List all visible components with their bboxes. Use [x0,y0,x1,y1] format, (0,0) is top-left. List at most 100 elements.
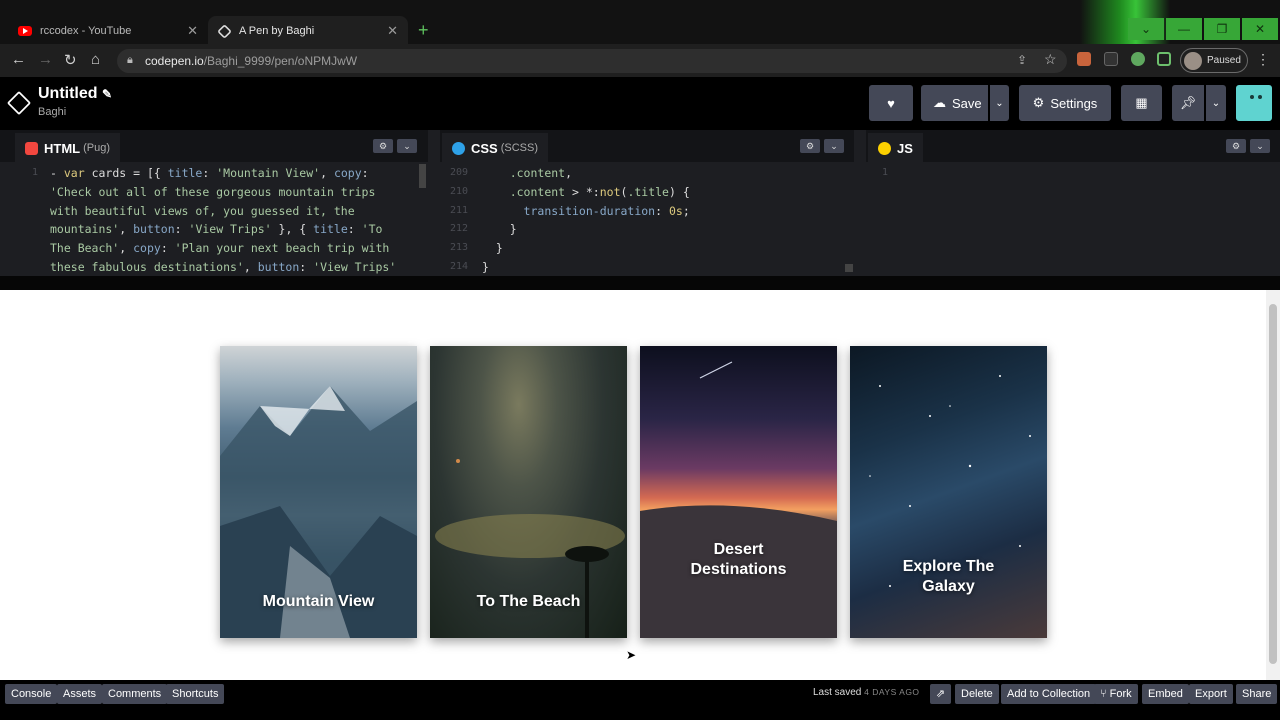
desert-image [640,361,837,638]
heart-icon: ♥ [887,95,895,111]
share-icon[interactable]: ⇪ [1017,53,1027,67]
share-button[interactable]: Share [1236,684,1278,704]
line-numbers: 209 210 211 212 213 214 [449,167,468,272]
preview-scrollbar[interactable] [1266,290,1280,680]
js-icon [878,141,891,155]
window-close-icon[interactable]: ✕ [1242,18,1278,40]
extension-icon[interactable] [1104,52,1118,66]
card-to-the-beach[interactable]: To The Beach [430,346,627,638]
sidepanel-icon[interactable] [1157,52,1171,66]
card-mountain-view[interactable]: Mountain View [220,346,417,638]
editor-panes: HTML (Pug) ⚙ ⌄ 1 - var cards = [{ title: … [0,130,1280,290]
pane-collapse-icon[interactable]: ⌄ [397,139,417,153]
delete-button[interactable]: Delete [955,684,999,704]
line-numbers: 1 [881,167,888,178]
shortcuts-button[interactable]: Shortcuts [166,684,225,704]
last-saved-status: Last saved 4 DAYS AGO [813,687,920,698]
pencil-icon[interactable]: ✎ [102,87,112,101]
tab-youtube[interactable]: rccodex - YouTube ✕ [8,16,208,46]
back-icon[interactable]: ← [11,51,26,68]
new-tab-icon[interactable]: + [418,20,429,40]
home-icon[interactable]: ⌂ [91,51,100,68]
mouse-cursor: ➤ [626,648,637,662]
html-icon [25,141,38,155]
restore-icon[interactable]: ❐ [1204,18,1240,40]
forward-icon[interactable]: → [38,51,53,68]
tab-label: A Pen by Baghi [239,25,315,37]
tab-label: rccodex - YouTube [40,25,132,37]
pane-collapse-icon[interactable]: ⌄ [824,139,844,153]
pen-title[interactable]: Untitled ✎ [38,85,112,103]
settings-button[interactable]: ⚙ Settings [1019,85,1111,121]
codepen-icon [217,23,232,39]
tab-codepen[interactable]: A Pen by Baghi ✕ [208,16,408,46]
line-numbers: 1 [31,167,38,178]
pane-settings-icon[interactable]: ⚙ [800,139,820,153]
pin-button[interactable]: 📌︎ [1172,85,1204,121]
fork-icon: ⑂ [1100,688,1110,700]
card-title: Desert Destinations [690,541,787,578]
pin-icon: 📌︎ [1179,95,1197,110]
codepen-header: Untitled ✎ Baghi ♥ ☁ Save ⌄ ⚙ Settings ▦ 📌… [0,77,1280,130]
export-button[interactable]: Export [1189,684,1233,704]
profile-status: Paused [1207,55,1241,66]
pane-header [866,130,1280,162]
console-button[interactable]: Console [5,684,58,704]
css-editor[interactable]: CSS (SCSS) ⚙ ⌄ 209 210 211 212 213 214 .c… [440,130,854,276]
fork-button[interactable]: ⑂ Fork [1094,684,1138,704]
layout-button[interactable]: ▦ [1121,85,1162,121]
profile-button[interactable]: Paused [1180,48,1248,73]
url-path: /Baghi_9999/pen/oNPMJwW [203,54,358,68]
browser-toolbar: ← → ↻ ⌂ 🔒︎ codepen.io/Baghi_9999/pen/oNP… [0,44,1280,77]
code-content[interactable]: .content, .content > *:not(.title) { tra… [482,164,690,277]
resize-bar[interactable] [0,276,1280,290]
card-title: Explore The Galaxy [902,558,995,595]
save-dropdown[interactable]: ⌄ [990,85,1009,121]
layout-icon: ▦ [1135,95,1148,110]
lock-icon: 🔒︎ [127,54,133,66]
pane-settings-icon[interactable]: ⚙ [373,139,393,153]
menu-icon[interactable]: ⋮ [1256,51,1270,68]
tab-search-icon[interactable]: ⌄ [1128,18,1164,40]
youtube-icon [18,26,32,36]
minimize-icon[interactable]: — [1166,18,1202,40]
tab-css[interactable]: CSS (SCSS) [442,133,549,163]
pen-author[interactable]: Baghi [38,106,66,118]
star-icon[interactable]: ☆ [1044,51,1057,68]
tab-js[interactable]: JS [868,133,923,163]
heart-button[interactable]: ♥ [869,85,913,121]
card-desert-destinations[interactable]: Desert Destinations [640,346,837,638]
extension-icon[interactable] [1077,52,1091,66]
pane-settings-icon[interactable]: ⚙ [1226,139,1246,153]
url-host: codepen.io [145,54,204,68]
address-bar[interactable]: 🔒︎ codepen.io/Baghi_9999/pen/oNPMJwW ⇪ ☆ [117,49,1067,73]
html-editor[interactable]: HTML (Pug) ⚙ ⌄ 1 - var cards = [{ title: … [0,130,428,276]
scrollbar-thumb[interactable] [1269,304,1277,664]
code-content[interactable]: - var cards = [{ title: 'Mountain View',… [50,164,396,277]
save-button[interactable]: ☁ Save [921,85,988,121]
comments-button[interactable]: Comments [102,684,168,704]
url-text: codepen.io/Baghi_9999/pen/oNPMJwW [145,54,357,68]
tab-html[interactable]: HTML (Pug) [15,133,121,163]
browser-tab-strip: rccodex - YouTube ✕ A Pen by Baghi ✕ + ⌄… [0,0,1280,46]
close-icon[interactable]: ✕ [387,23,398,39]
pin-dropdown[interactable]: ⌄ [1206,85,1226,121]
close-icon[interactable]: ✕ [187,23,198,39]
assets-button[interactable]: Assets [57,684,103,704]
codepen-footer: Console Assets Comments Shortcuts Last s… [0,680,1280,720]
js-editor[interactable]: JS ⚙ ⌄ 1 [866,130,1280,276]
user-avatar[interactable] [1236,85,1272,121]
embed-button[interactable]: Embed [1142,684,1189,704]
resize-handle[interactable] [845,264,853,272]
avatar [1184,52,1202,70]
codepen-logo-icon[interactable] [6,90,32,116]
card-explore-the-galaxy[interactable]: Explore The Galaxy [850,346,1047,638]
preview-frame: Mountain View To The Beach Desert Destina… [0,290,1266,680]
external-link-icon[interactable]: ⇗ [930,684,951,704]
reload-icon[interactable]: ↻ [64,51,77,69]
add-to-collection-button[interactable]: Add to Collection [1001,684,1097,704]
puzzle-icon[interactable] [1131,52,1145,66]
editor-scrollbar[interactable] [419,164,426,188]
gear-icon: ⚙ [1032,95,1045,110]
pane-collapse-icon[interactable]: ⌄ [1250,139,1270,153]
